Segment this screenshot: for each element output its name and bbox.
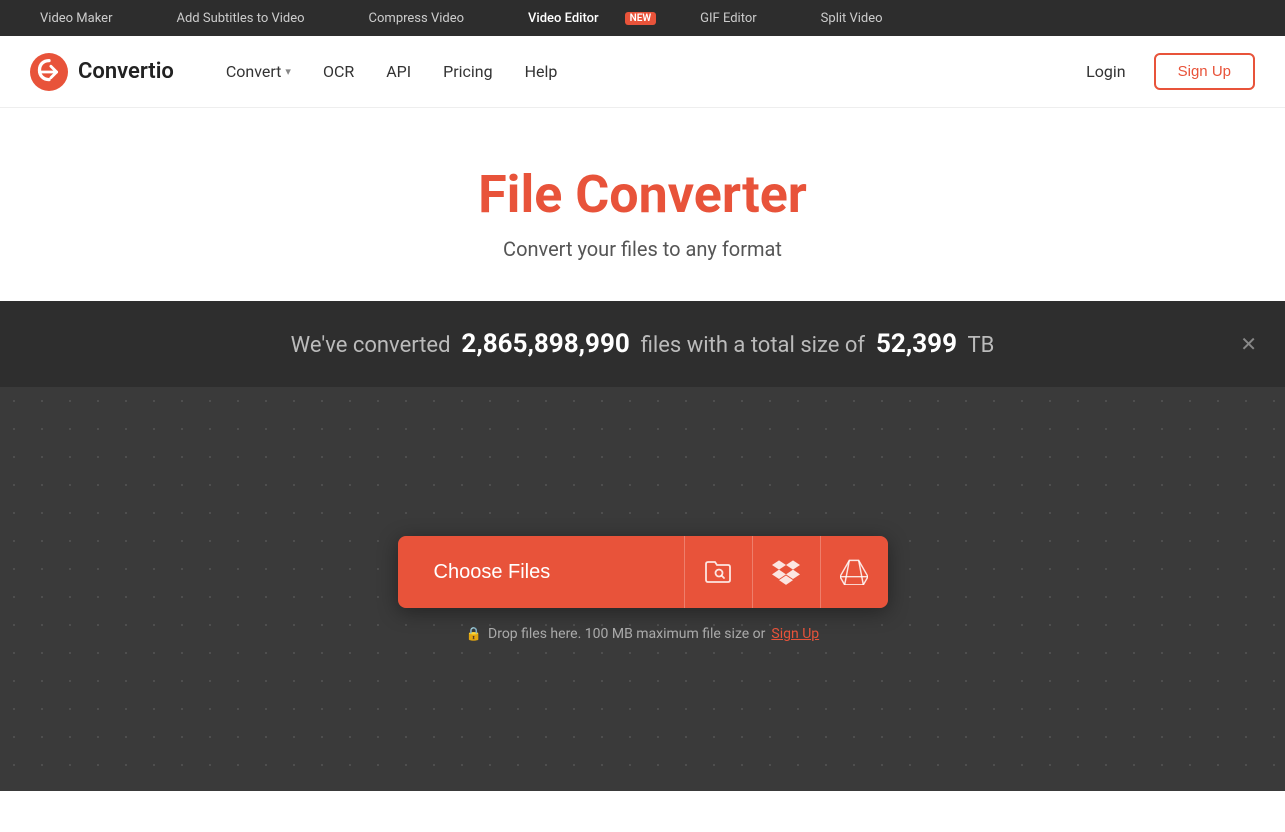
google-drive-icon	[840, 559, 868, 585]
topbar-add-subtitles[interactable]: Add Subtitles to Video	[156, 0, 324, 36]
topbar-gif-editor[interactable]: GIF Editor	[680, 0, 777, 36]
folder-search-icon	[704, 560, 732, 584]
signup-button[interactable]: Sign Up	[1154, 53, 1255, 90]
nav-help-label: Help	[525, 62, 558, 81]
choose-files-button[interactable]: Choose Files	[398, 536, 684, 608]
nav-convert[interactable]: Convert ▾	[214, 54, 303, 89]
topbar-split-video[interactable]: Split Video	[801, 0, 903, 36]
topbar-video-editor[interactable]: Video Editor	[508, 0, 619, 36]
nav-api[interactable]: API	[374, 54, 423, 89]
nav-help[interactable]: Help	[513, 54, 570, 89]
page-title: File Converter	[20, 164, 1265, 225]
stats-text: We've converted 2,865,898,990 files with…	[291, 329, 995, 359]
chevron-down-icon: ▾	[285, 65, 291, 78]
topbar-video-editor-wrap: Video Editor NEW	[508, 0, 656, 36]
header: Convertio Convert ▾ OCR API Pricing Help…	[0, 36, 1285, 108]
close-button[interactable]: ✕	[1240, 334, 1257, 354]
google-drive-button[interactable]	[820, 536, 888, 608]
login-button[interactable]: Login	[1074, 54, 1137, 89]
top-bar: Video Maker Add Subtitles to Video Compr…	[0, 0, 1285, 36]
nav-pricing-label: Pricing	[443, 62, 493, 81]
stats-bar: We've converted 2,865,898,990 files with…	[0, 301, 1285, 387]
logo-icon	[30, 53, 68, 91]
drop-hint-text: Drop files here. 100 MB maximum file siz…	[488, 626, 765, 642]
logo[interactable]: Convertio	[30, 53, 174, 91]
nav-api-label: API	[386, 62, 411, 81]
stats-file-count: 2,865,898,990	[461, 329, 629, 359]
topbar-video-maker[interactable]: Video Maker	[20, 0, 132, 36]
folder-search-button[interactable]	[684, 536, 752, 608]
new-badge: NEW	[625, 12, 657, 25]
drop-zone[interactable]: Choose Files	[0, 387, 1285, 791]
stats-middle: files with a total size of	[641, 333, 865, 358]
nav-pricing[interactable]: Pricing	[431, 54, 505, 89]
main-section: We've converted 2,865,898,990 files with…	[0, 301, 1285, 791]
hero-subtitle: Convert your files to any format	[20, 237, 1265, 261]
lock-icon: 🔒	[466, 627, 482, 642]
nav-ocr-label: OCR	[323, 62, 354, 81]
stats-prefix: We've converted	[291, 333, 451, 358]
hero-section: File Converter Convert your files to any…	[0, 108, 1285, 301]
header-actions: Login Sign Up	[1074, 53, 1255, 90]
file-upload-row: Choose Files	[398, 536, 888, 608]
topbar-compress-video[interactable]: Compress Video	[349, 0, 484, 36]
nav-convert-label: Convert	[226, 62, 282, 81]
drop-hint: 🔒 Drop files here. 100 MB maximum file s…	[466, 626, 819, 642]
nav-ocr[interactable]: OCR	[311, 54, 366, 89]
signup-link[interactable]: Sign Up	[771, 626, 819, 642]
main-nav: Convert ▾ OCR API Pricing Help	[214, 54, 1074, 89]
stats-suffix: TB	[967, 333, 994, 358]
dropbox-icon	[772, 559, 800, 585]
logo-text: Convertio	[78, 59, 174, 84]
stats-size: 52,399	[876, 329, 957, 359]
dropbox-button[interactable]	[752, 536, 820, 608]
